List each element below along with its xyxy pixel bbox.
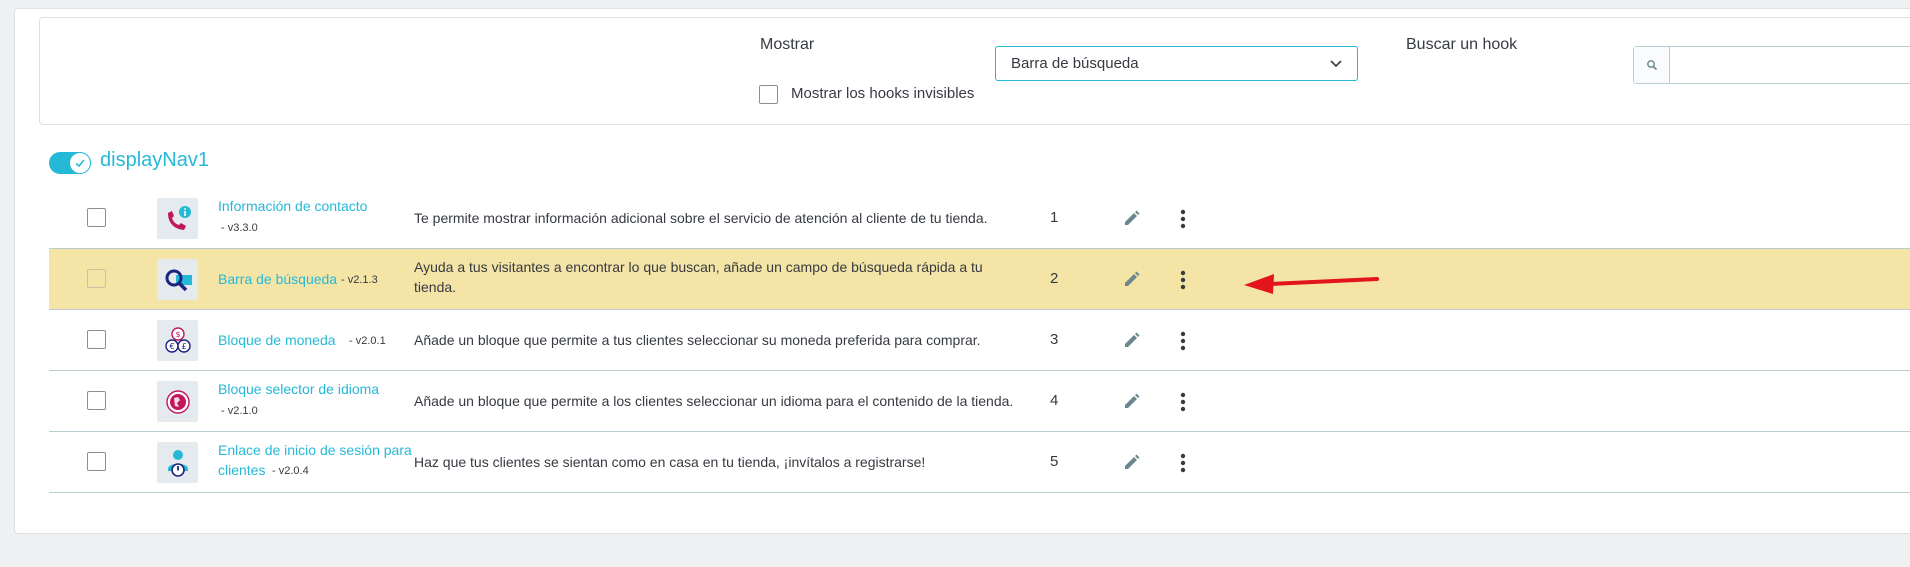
search-hook-label: Buscar un hook	[1406, 36, 1518, 53]
module-row: Enlace de inicio de sesión para clientes…	[49, 432, 1910, 493]
globe-icon	[157, 381, 198, 422]
filter-box: Mostrar Barra de búsqueda Buscar un hook…	[39, 17, 1910, 125]
search-icon	[1634, 47, 1670, 83]
module-version: - v2.0.4	[272, 465, 309, 477]
user-login-icon	[157, 442, 198, 483]
more-options-icon[interactable]	[1179, 391, 1187, 413]
svg-text:€: €	[169, 342, 174, 351]
module-name-link[interactable]: Enlace de inicio de sesión para clientes	[218, 440, 418, 480]
phone-info-icon	[157, 198, 198, 239]
show-select-value: Barra de búsqueda	[1011, 55, 1139, 72]
annotation-arrow-icon	[1244, 274, 1379, 294]
hook-enable-toggle[interactable]	[49, 152, 91, 174]
search-magnifier-icon	[157, 259, 198, 300]
check-icon	[69, 152, 91, 174]
show-invisible-hooks-label: Mostrar los hooks invisibles	[791, 85, 975, 102]
show-invisible-hooks-checkbox[interactable]	[759, 85, 778, 104]
hook-title: displayNav1	[100, 149, 209, 171]
edit-pencil-icon[interactable]	[1122, 208, 1142, 228]
edit-pencil-icon[interactable]	[1122, 452, 1142, 472]
module-position: 1	[1050, 209, 1059, 226]
show-label: Mostrar	[760, 36, 815, 53]
module-position: 4	[1050, 392, 1059, 409]
module-version: - v2.1.0	[221, 405, 258, 417]
module-row: $ € £ Bloque de moneda - v2.0.1 Añade un…	[49, 310, 1910, 371]
module-description: Añade un bloque que permite a tus client…	[414, 332, 981, 348]
module-row: Bloque selector de idioma - v2.1.0 Añade…	[49, 371, 1910, 432]
svg-text:£: £	[181, 342, 186, 351]
module-version: - v2.1.3	[341, 274, 378, 286]
row-select-checkbox[interactable]	[87, 391, 106, 410]
edit-pencil-icon[interactable]	[1122, 391, 1142, 411]
currency-icon: $ € £	[157, 320, 198, 361]
module-position: 3	[1050, 331, 1059, 348]
row-select-checkbox[interactable]	[87, 269, 106, 288]
more-options-icon[interactable]	[1179, 330, 1187, 352]
more-options-icon[interactable]	[1179, 269, 1187, 291]
more-options-icon[interactable]	[1179, 208, 1187, 230]
module-name-link[interactable]: Bloque de moneda	[218, 330, 336, 350]
module-position: 2	[1050, 270, 1059, 287]
module-description: Te permite mostrar información adicional…	[414, 210, 988, 226]
module-position: 5	[1050, 453, 1059, 470]
row-select-checkbox[interactable]	[87, 208, 106, 227]
chevron-down-icon	[1330, 60, 1342, 68]
module-row: Información de contacto - v3.3.0 Te perm…	[49, 188, 1910, 249]
module-description: Haz que tus clientes se sientan como en …	[414, 454, 926, 470]
more-options-icon[interactable]	[1179, 452, 1187, 474]
edit-pencil-icon[interactable]	[1122, 269, 1142, 289]
module-version: - v2.0.1	[349, 335, 386, 347]
module-name-link[interactable]: Información de contacto	[218, 196, 367, 216]
svg-text:$: $	[175, 330, 180, 339]
module-version: - v3.3.0	[221, 222, 258, 234]
module-description: Añade un bloque que permite a los client…	[414, 393, 1014, 409]
module-row-highlighted: Barra de búsqueda - v2.1.3 Ayuda a tus v…	[49, 249, 1910, 310]
search-hook-field[interactable]	[1633, 46, 1910, 84]
module-name-link[interactable]: Bloque selector de idioma	[218, 379, 379, 399]
module-description: Ayuda a tus visitantes a encontrar lo qu…	[414, 259, 983, 295]
row-select-checkbox[interactable]	[87, 330, 106, 349]
show-module-select[interactable]: Barra de búsqueda	[995, 46, 1358, 81]
row-select-checkbox[interactable]	[87, 452, 106, 471]
module-name-link[interactable]: Barra de búsqueda	[218, 269, 337, 289]
edit-pencil-icon[interactable]	[1122, 330, 1142, 350]
